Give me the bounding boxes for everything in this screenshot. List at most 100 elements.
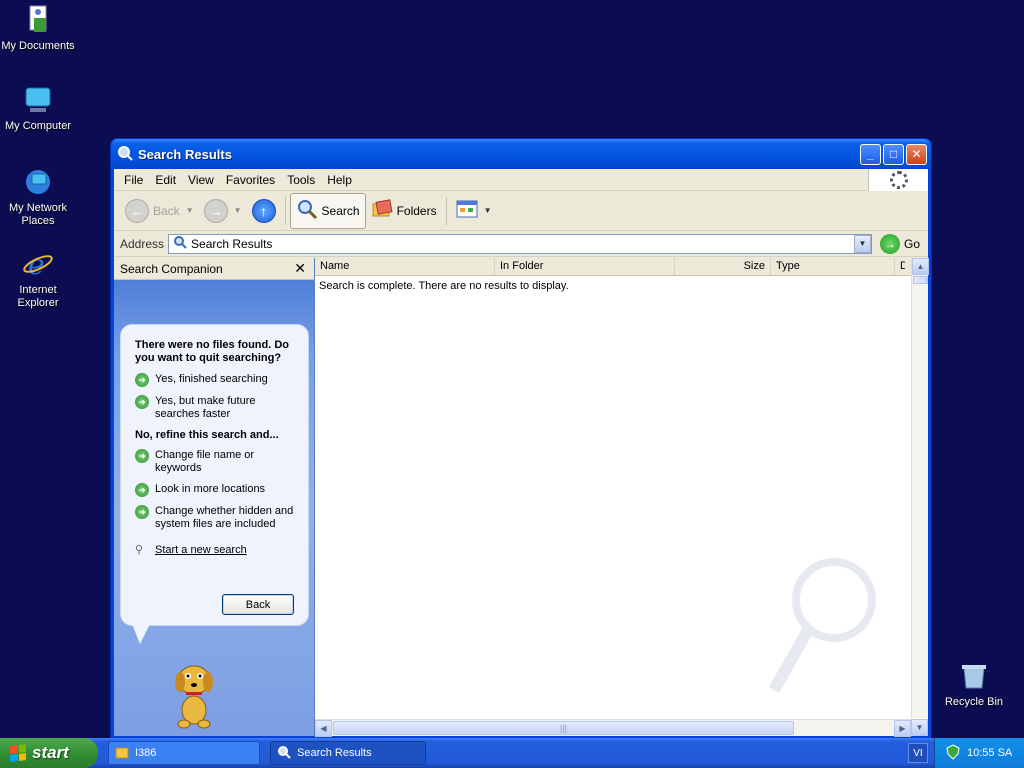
- desktop-icon-label: My Network Places: [8, 202, 68, 227]
- option-change-file-name[interactable]: ➜ Change file name or keywords: [135, 449, 296, 475]
- menu-help[interactable]: Help: [321, 171, 358, 189]
- clock[interactable]: 10:55 SA: [967, 747, 1012, 759]
- standard-toolbar: ← Back ▼ → ▼ ↑ Search Folders ▼: [114, 191, 928, 231]
- language-indicator[interactable]: VI: [908, 743, 928, 763]
- taskbar-item-label: Search Results: [297, 747, 372, 759]
- search-dog-icon[interactable]: [164, 658, 224, 730]
- start-label: start: [32, 743, 69, 762]
- column-header-date[interactable]: D: [895, 258, 905, 275]
- address-search-icon: [173, 235, 187, 252]
- companion-header: Search Companion ✕: [114, 258, 314, 280]
- svg-text:e: e: [28, 248, 45, 280]
- option-label: Yes, but make future searches faster: [155, 395, 256, 420]
- start-new-search-link[interactable]: ⚲ Start a new search: [135, 543, 296, 557]
- desktop-icon-label: My Documents: [1, 40, 75, 52]
- maximize-button[interactable]: □: [883, 143, 904, 165]
- vertical-scroll-thumb[interactable]: [913, 276, 928, 284]
- horizontal-scrollbar[interactable]: ◀ ||| ▶: [315, 719, 911, 737]
- taskbar-item-label: I386: [135, 747, 157, 759]
- horizontal-scroll-thumb[interactable]: |||: [333, 721, 794, 735]
- scroll-right-icon[interactable]: ▶: [894, 720, 911, 737]
- address-dropdown-button[interactable]: ▼: [853, 234, 871, 253]
- close-button[interactable]: ✕: [906, 143, 927, 165]
- forward-dropdown-icon[interactable]: ▼: [234, 206, 242, 215]
- column-header-type[interactable]: Type: [771, 258, 895, 275]
- magnifier-icon: ⚲: [135, 544, 144, 556]
- column-header-name[interactable]: Name: [315, 258, 495, 275]
- taskbar-item-search-results[interactable]: Search Results: [270, 741, 426, 765]
- option-hidden-system-files[interactable]: ➜ Change whether hidden and system files…: [135, 505, 296, 531]
- companion-close-icon[interactable]: ✕: [294, 260, 306, 277]
- search-companion-pane: Search Companion ✕ There were no files f…: [114, 258, 315, 736]
- folders-toolbar-button[interactable]: Folders: [366, 193, 442, 229]
- menu-view[interactable]: View: [182, 171, 220, 189]
- views-dropdown-icon: ▼: [483, 206, 492, 215]
- address-input[interactable]: Search Results ▼: [168, 233, 872, 254]
- toolbar-separator: [284, 196, 286, 225]
- back-arrow-icon: ←: [125, 198, 149, 223]
- desktop-icon-my-network-places[interactable]: My Network Places: [0, 166, 76, 228]
- no-files-question: There were no files found. Do you want t…: [135, 339, 290, 364]
- menu-tools[interactable]: Tools: [281, 171, 321, 189]
- toolbar-separator: [445, 196, 447, 225]
- network-places-icon: [22, 166, 54, 198]
- results-list-pane[interactable]: Name In Folder Size Type D Search is com…: [315, 258, 929, 737]
- companion-back-button[interactable]: Back: [222, 594, 294, 615]
- folder-icon: [115, 745, 129, 762]
- companion-bubble: There were no files found. Do you want t…: [120, 324, 309, 626]
- address-bar: Address Search Results ▼ → Go: [114, 231, 928, 257]
- desktop-icon-my-documents[interactable]: My Documents: [0, 4, 76, 53]
- search-toolbar-button[interactable]: Search: [289, 192, 366, 229]
- column-header-size[interactable]: Size: [675, 258, 771, 275]
- menu-favorites[interactable]: Favorites: [220, 171, 281, 189]
- desktop-icon-my-computer[interactable]: My Computer: [0, 84, 76, 133]
- up-folder-button[interactable]: ↑: [247, 193, 281, 229]
- magnifier-watermark-icon: [768, 556, 878, 696]
- search-window-icon: [117, 145, 133, 164]
- security-shield-icon[interactable]: [945, 743, 961, 763]
- search-results-window: Search Results _ □ ✕ File Edit View Favo…: [110, 138, 932, 740]
- taskbar-item-i386[interactable]: I386: [108, 741, 260, 765]
- maximize-icon: □: [889, 147, 898, 161]
- option-label: Change whether hidden and system files a…: [155, 505, 294, 530]
- folders-icon: [371, 198, 393, 223]
- companion-title: Search Companion: [120, 261, 223, 276]
- option-label: Yes, finished searching: [155, 373, 268, 385]
- start-button[interactable]: start: [0, 738, 98, 768]
- back-toolbar-button[interactable]: ← Back ▼: [120, 193, 199, 229]
- forward-toolbar-button[interactable]: → ▼: [199, 193, 247, 229]
- column-header-in-folder[interactable]: In Folder: [495, 258, 675, 275]
- address-value: Search Results: [191, 236, 273, 251]
- go-button[interactable]: → Go: [872, 233, 928, 254]
- window-title: Search Results: [138, 146, 232, 162]
- desktop-icon-label: Recycle Bin: [944, 696, 1004, 708]
- menu-edit[interactable]: Edit: [149, 171, 182, 189]
- scroll-down-icon[interactable]: ▼: [911, 719, 928, 736]
- desktop-icon-internet-explorer[interactable]: e Internet Explorer: [0, 248, 76, 310]
- desktop-icon-recycle-bin[interactable]: Recycle Bin: [936, 660, 1012, 709]
- option-faster-searches[interactable]: ➜ Yes, but make future searches faster: [135, 395, 296, 421]
- vertical-scrollbar[interactable]: ▲: [911, 258, 929, 718]
- menu-file[interactable]: File: [118, 171, 149, 189]
- explorer-body: Search Companion ✕ There were no files f…: [114, 258, 929, 737]
- views-toolbar-button[interactable]: ▼: [451, 193, 497, 229]
- desktop-icon-label: Internet Explorer: [17, 284, 59, 309]
- taskbar: start I386 Search Results VI 10:55 SA: [0, 738, 1024, 768]
- internet-explorer-icon: e: [22, 248, 54, 281]
- scroll-left-icon[interactable]: ◀: [315, 720, 332, 737]
- window-client: File Edit View Favorites Tools Help ← Ba…: [114, 169, 929, 737]
- back-dropdown-icon[interactable]: ▼: [186, 206, 194, 215]
- green-arrow-icon: ➜: [135, 505, 149, 519]
- my-documents-icon: [22, 4, 54, 36]
- green-arrow-icon: ➜: [135, 373, 149, 387]
- window-titlebar[interactable]: Search Results _ □ ✕: [111, 139, 931, 169]
- option-more-locations[interactable]: ➜ Look in more locations: [135, 483, 296, 497]
- option-label: Change file name or keywords: [155, 449, 255, 474]
- option-finished-searching[interactable]: ➜ Yes, finished searching: [135, 373, 296, 387]
- activity-throbber: [868, 169, 928, 191]
- scroll-up-icon[interactable]: ▲: [912, 258, 929, 275]
- results-message: Search is complete. There are no results…: [319, 280, 569, 292]
- minimize-button[interactable]: _: [860, 143, 881, 165]
- start-new-search-label[interactable]: Start a new search: [155, 544, 247, 556]
- green-arrow-icon: ➜: [135, 483, 149, 497]
